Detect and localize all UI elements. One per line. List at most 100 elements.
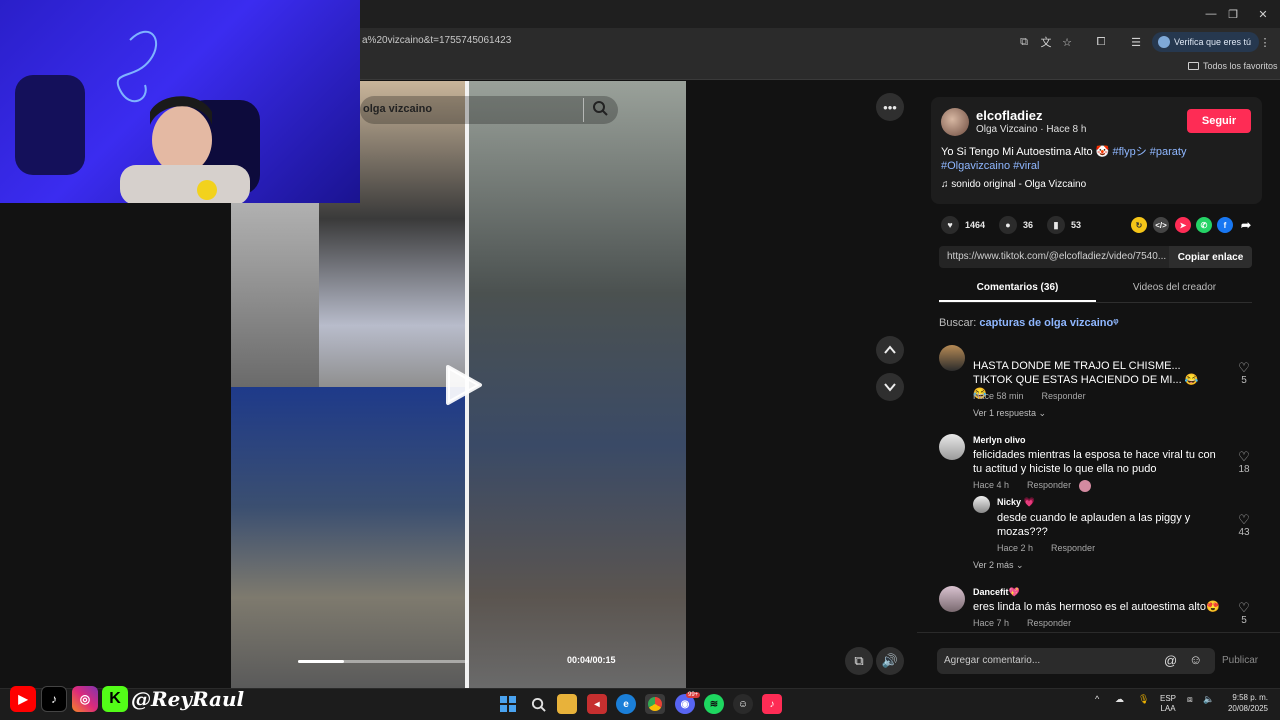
comment-text: desde cuando le aplauden a las piggy y m… bbox=[997, 512, 1191, 538]
share-arrow-icon[interactable]: ➦ bbox=[1238, 217, 1254, 233]
comment-time: Hace 4 h bbox=[973, 480, 1010, 490]
language-indicator[interactable]: ESP LAA bbox=[1160, 694, 1176, 714]
verify-button[interactable]: Verifica que eres tú bbox=[1152, 32, 1260, 52]
file-explorer-icon[interactable] bbox=[557, 694, 577, 714]
save-button[interactable]: ▮ 53 bbox=[1047, 216, 1081, 234]
chrome-icon[interactable] bbox=[645, 694, 665, 714]
tab-creator-videos[interactable]: Videos del creador bbox=[1096, 282, 1253, 293]
app-red-icon[interactable]: ◂ bbox=[587, 694, 607, 714]
like-button[interactable]: ♥ 1464 bbox=[941, 216, 985, 234]
all-favorites-button[interactable]: Todos los favoritos bbox=[1188, 61, 1278, 71]
tray-chevron-icon[interactable]: ^ bbox=[1095, 694, 1099, 704]
comment-like-button[interactable]: ♡ 5 bbox=[1234, 601, 1254, 627]
previous-video-button[interactable] bbox=[876, 336, 904, 364]
avatar[interactable] bbox=[939, 434, 965, 460]
view-more-replies-button[interactable]: Ver 2 más ⌄ bbox=[973, 560, 1024, 571]
comment-time: Hace 2 h bbox=[997, 543, 1034, 553]
avatar[interactable] bbox=[939, 586, 965, 612]
restore-icon[interactable]: ❐ bbox=[1216, 0, 1250, 28]
extensions-icon[interactable]: ⧠ bbox=[1092, 33, 1110, 51]
comment-button[interactable]: ● 36 bbox=[999, 216, 1033, 234]
volume-tray-icon[interactable]: 🔈 bbox=[1203, 694, 1214, 705]
reply-button[interactable]: Responder bbox=[1051, 543, 1095, 553]
comment-author[interactable]: Nicky 💗 bbox=[997, 497, 1035, 508]
follow-button[interactable]: Seguir bbox=[1187, 109, 1251, 133]
mini-player-icon: ⧉ bbox=[854, 653, 864, 668]
network-icon[interactable]: ⧈ bbox=[1187, 694, 1193, 705]
close-icon[interactable]: ✕ bbox=[1246, 0, 1280, 28]
active-tab-indicator bbox=[939, 300, 1096, 302]
tab-comments[interactable]: Comentarios (36) bbox=[939, 282, 1096, 293]
mini-player-button[interactable]: ⧉ bbox=[845, 647, 873, 675]
cloud-icon[interactable]: ☁ bbox=[1115, 694, 1124, 705]
more-options-button[interactable]: ••• bbox=[876, 93, 904, 121]
clock-date: 20/08/2025 bbox=[1227, 704, 1268, 713]
edge-icon[interactable]: e bbox=[616, 694, 636, 714]
star-icon[interactable]: ☆ bbox=[1058, 33, 1076, 51]
mention-icon[interactable]: @ bbox=[1164, 653, 1177, 668]
tabs-separator bbox=[939, 302, 1252, 303]
next-video-button[interactable] bbox=[876, 373, 904, 401]
youtube-logo-icon: ▶ bbox=[10, 686, 36, 712]
discord-badge: 99+ bbox=[686, 692, 701, 698]
reply-button[interactable]: Responder bbox=[1027, 618, 1071, 628]
related-search[interactable]: Buscar: capturas de olga vizcainoᵠ bbox=[939, 317, 1119, 329]
spotify-icon[interactable]: ≋ bbox=[704, 694, 724, 714]
emoji-icon[interactable]: ☺ bbox=[1189, 652, 1202, 667]
creator-username[interactable]: elcofladiez bbox=[976, 108, 1042, 123]
hashtags-line-1[interactable]: #flypシ #paraty bbox=[1112, 146, 1186, 158]
search-icon[interactable] bbox=[592, 100, 608, 116]
video-progress-bar[interactable] bbox=[298, 660, 468, 663]
menu-dots-icon[interactable]: ⋮ bbox=[1256, 33, 1274, 51]
save-count: 53 bbox=[1071, 220, 1082, 230]
video-progress-fill bbox=[298, 660, 344, 663]
avatar[interactable] bbox=[973, 496, 990, 513]
microphone-icon[interactable]: 🎙 bbox=[1138, 694, 1149, 705]
comment-count: 36 bbox=[1023, 220, 1034, 230]
install-app-icon[interactable]: ⧉ bbox=[1015, 33, 1033, 51]
comment-like-button[interactable]: ♡ 43 bbox=[1234, 512, 1254, 539]
translate-icon[interactable]: 文 bbox=[1037, 33, 1055, 51]
comment-like-count: 5 bbox=[1241, 375, 1247, 386]
comment-like-button[interactable]: ♡ 5 bbox=[1234, 361, 1254, 387]
embed-icon[interactable]: </> bbox=[1153, 217, 1169, 233]
favorites-label: Todos los favoritos bbox=[1203, 61, 1278, 71]
whatsapp-icon[interactable]: ✆ bbox=[1196, 217, 1212, 233]
related-search-query[interactable]: capturas de olga vizcaino bbox=[979, 317, 1113, 329]
hashtags-line-2[interactable]: #Olgavizcaino #viral bbox=[941, 160, 1039, 172]
system-clock[interactable]: 9:58 p. m. 20/08/2025 bbox=[1222, 692, 1268, 714]
comment-author[interactable]: Dancefit💖 bbox=[973, 587, 1020, 598]
comment-meta: Hace 2 h Responder bbox=[997, 543, 1095, 553]
search-taskbar-icon[interactable] bbox=[528, 694, 548, 714]
comment-meta: Hace 7 h Responder bbox=[973, 618, 1071, 628]
copy-link-button[interactable]: Copiar enlace bbox=[1169, 246, 1252, 268]
comment-icon: ● bbox=[999, 216, 1017, 234]
heart-outline-icon: ♡ bbox=[1238, 512, 1250, 527]
reply-button[interactable]: Responder bbox=[1042, 391, 1086, 401]
share-repost-icon[interactable]: ↻ bbox=[1131, 217, 1147, 233]
video-link[interactable]: https://www.tiktok.com/@elcofladiez/vide… bbox=[947, 251, 1167, 262]
kick-logo-icon: K bbox=[102, 686, 128, 712]
url-text[interactable]: a%20vizcaino&t=1755745061423 bbox=[362, 35, 511, 46]
view-replies-button[interactable]: Ver 1 respuesta ⌄ bbox=[973, 408, 1046, 419]
music-link[interactable]: ♫ sonido original - Olga Vizcaino bbox=[941, 179, 1086, 190]
volume-button[interactable]: 🔊 bbox=[876, 647, 904, 675]
creator-avatar[interactable] bbox=[941, 108, 969, 136]
video-frame-gym-bottom bbox=[231, 387, 465, 688]
clock-time: 9:58 p. m. bbox=[1232, 693, 1268, 702]
avatar[interactable] bbox=[939, 345, 965, 371]
tiktok-icon[interactable]: ♪ bbox=[762, 694, 782, 714]
facebook-icon[interactable]: f bbox=[1217, 217, 1233, 233]
reading-list-icon[interactable]: ☰ bbox=[1127, 33, 1145, 51]
app-dark-icon[interactable]: ☺ bbox=[733, 694, 753, 714]
publish-button[interactable]: Publicar bbox=[1222, 655, 1258, 666]
verify-label: Verifica que eres tú bbox=[1174, 37, 1252, 47]
start-icon[interactable] bbox=[498, 694, 518, 714]
reply-button[interactable]: Responder bbox=[1027, 480, 1071, 492]
play-icon[interactable] bbox=[444, 364, 484, 406]
bookmark-icon: ▮ bbox=[1047, 216, 1065, 234]
comment-author[interactable]: Merlyn olivo bbox=[973, 435, 1026, 445]
comment-like-button[interactable]: ♡ 18 bbox=[1234, 450, 1254, 476]
send-icon[interactable]: ➤ bbox=[1175, 217, 1191, 233]
streamer-handle: @ReyRaul bbox=[131, 687, 245, 711]
